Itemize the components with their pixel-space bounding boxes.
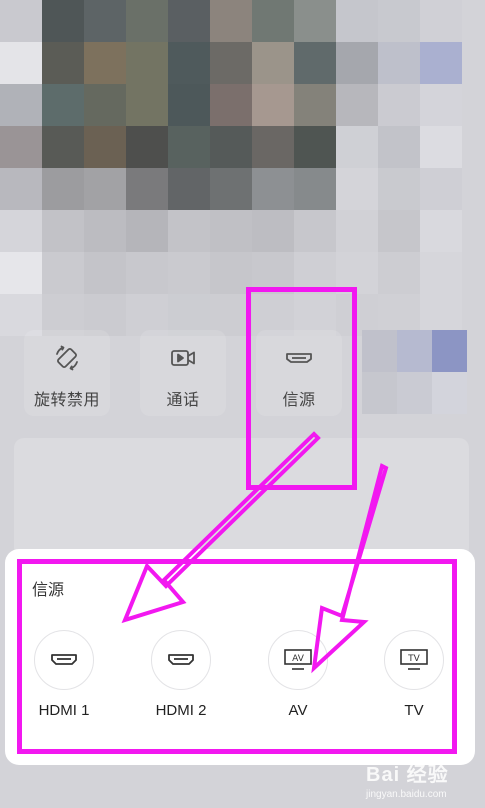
source-option-hdmi1[interactable]: HDMI 1	[24, 630, 104, 719]
quick-tile-call[interactable]: 通话	[140, 330, 226, 416]
source-option-button[interactable]: TV	[384, 630, 444, 690]
quick-tile-source[interactable]: 信源	[256, 330, 342, 416]
source-option-button[interactable]: AV	[268, 630, 328, 690]
background-panel	[14, 438, 469, 558]
blurred-background	[0, 0, 485, 336]
source-option-button[interactable]	[34, 630, 94, 690]
hdmi-icon	[286, 353, 312, 363]
source-option-label: TV	[404, 702, 424, 719]
quick-tile-label: 旋转禁用	[33, 390, 100, 409]
hdmi-icon	[168, 654, 194, 665]
quick-tile-label: 信源	[282, 390, 316, 409]
tv-icon-text: TV	[407, 654, 420, 664]
source-option-hdmi2[interactable]: HDMI 2	[141, 630, 221, 719]
baidu-jingyan-watermark: Bai 经验 jingyan.baidu.com	[366, 758, 481, 804]
av-icon-text: AV	[292, 654, 305, 664]
quick-tile-label: 通话	[166, 390, 200, 409]
av-icon: AV	[284, 649, 312, 670]
source-option-label: AV	[288, 702, 308, 719]
source-option-button[interactable]	[151, 630, 211, 690]
hdmi-icon	[51, 654, 77, 665]
source-option-tv[interactable]: TV TV	[374, 630, 454, 719]
rotate-icon	[56, 345, 78, 371]
source-option-av[interactable]: AV AV	[258, 630, 338, 719]
blurred-background-strip	[362, 330, 468, 414]
watermark-main: Bai 经验	[366, 764, 449, 786]
source-option-label: HDMI 2	[155, 702, 207, 719]
video-call-icon	[171, 350, 195, 366]
quick-tile-rotation-lock[interactable]: 旋转禁用	[24, 330, 110, 416]
source-panel-title: 信源	[32, 580, 65, 599]
source-option-label: HDMI 1	[38, 702, 90, 719]
tv-icon: TV	[400, 649, 428, 670]
watermark-sub: jingyan.baidu.com	[366, 789, 447, 800]
